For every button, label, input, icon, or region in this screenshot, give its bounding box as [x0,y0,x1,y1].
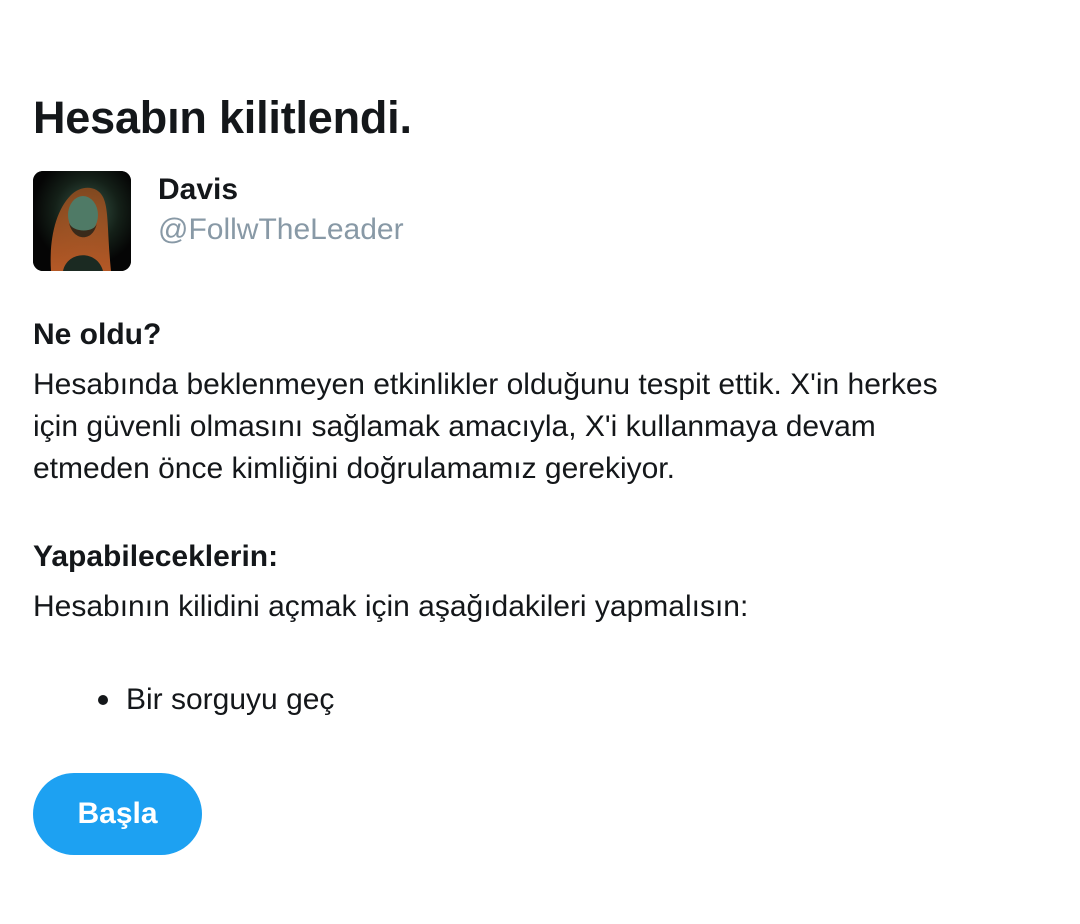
page-title: Hesabın kilitlendi. [33,92,412,144]
account-handle: @FollwTheLeader [158,213,404,246]
step-label: Bir sorguyu geç [126,683,335,716]
bullet-icon [98,695,108,705]
list-item: Bir sorguyu geç [96,680,334,720]
what-happened-line: için güvenli olmasını sağlamak amacıyla,… [33,410,876,443]
avatar-image [33,171,131,271]
what-happened-text: Hesabında beklenmeyen etkinlikler olduğu… [33,364,1053,490]
steps-list: Bir sorguyu geç [96,680,334,720]
what-happened-line: etmeden önce kimliğini doğrulamamız gere… [33,452,675,485]
what-happened-heading: Ne oldu? [33,318,162,351]
display-name: Davis [158,173,239,206]
what-happened-line: Hesabında beklenmeyen etkinlikler olduğu… [33,368,938,401]
avatar [33,171,131,271]
what-you-can-do-text: Hesabının kilidini açmak için aşağıdakil… [33,590,749,623]
start-button[interactable]: Başla [33,773,202,855]
what-you-can-do-heading: Yapabileceklerin: [33,540,279,573]
